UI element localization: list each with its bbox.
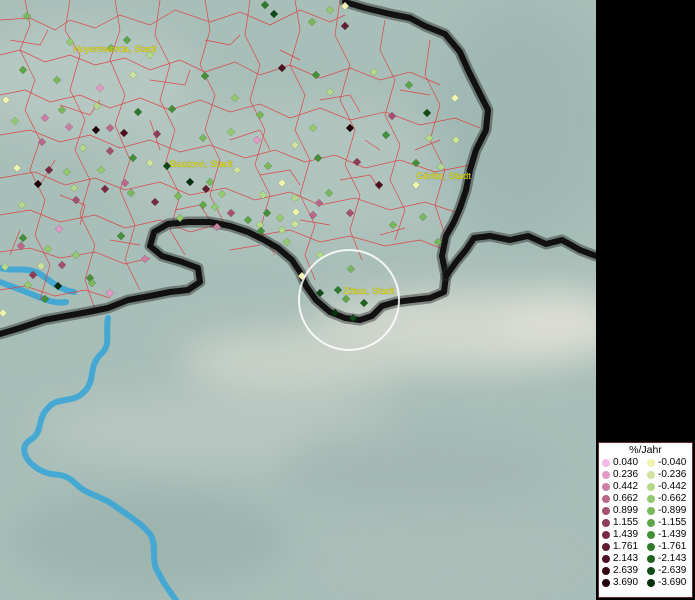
legend-value-positive: 1.155 [613, 517, 639, 528]
legend-row: 0.040 -0.040 [599, 457, 692, 469]
legend-swatch-negative [647, 495, 655, 503]
legend-row: 2.143 -2.143 [599, 553, 692, 565]
legend-swatch-negative [647, 531, 655, 539]
legend-swatch-positive [602, 543, 610, 551]
legend-row: 1.439 -1.439 [599, 529, 692, 541]
city-label-zittau: Zittau, Stadt [343, 286, 395, 297]
legend-row: 1.761 -1.761 [599, 541, 692, 553]
legend-value-negative: -2.639 [658, 565, 687, 576]
legend-row: 0.442 -0.442 [599, 481, 692, 493]
legend-value-negative: -1.439 [658, 529, 687, 540]
legend-row: 2.639 -2.639 [599, 565, 692, 577]
legend-swatch-negative [647, 519, 655, 527]
legend-swatch-negative [647, 543, 655, 551]
legend-row: 1.155 -1.155 [599, 517, 692, 529]
legend-row: 0.662 -0.662 [599, 493, 692, 505]
legend-value-positive: 1.761 [613, 541, 639, 552]
city-label-goerlitz: Görlitz, Stadt [416, 171, 471, 182]
legend-swatch-negative [647, 555, 655, 563]
legend-title: %/Jahr [629, 444, 662, 456]
city-label-bautzen: Bautzen, Stadt [170, 159, 233, 170]
legend-swatch-positive [602, 555, 610, 563]
legend-rows: 0.040 -0.040 0.236 -0.236 0.442 -0.442 0.662 -0… [599, 457, 692, 589]
map-canvas[interactable]: Hoyerswerda, Stadt Bautzen, Stadt Görlit… [0, 0, 596, 600]
legend-value-positive: 0.236 [613, 469, 639, 480]
legend-swatch-positive [602, 483, 610, 491]
legend-row: 0.899 -0.899 [599, 505, 692, 517]
legend-swatch-negative [647, 567, 655, 575]
legend-value-negative: -1.761 [658, 541, 687, 552]
legend-value-negative: -0.040 [658, 457, 687, 468]
legend-swatch-positive [602, 567, 610, 575]
legend-row: 3.690 -3.690 [599, 577, 692, 589]
legend-value-negative: -0.236 [658, 469, 687, 480]
legend-swatch-positive [602, 471, 610, 479]
legend-swatch-positive [602, 495, 610, 503]
legend-value-negative: -0.899 [658, 505, 687, 516]
legend-value-negative: -0.442 [658, 481, 687, 492]
city-label-hoyerswerda: Hoyerswerda, Stadt [73, 44, 157, 55]
legend-value-negative: -2.143 [658, 553, 687, 564]
legend-value-positive: 0.040 [613, 457, 639, 468]
legend-value-positive: 1.439 [613, 529, 639, 540]
legend-swatch-positive [602, 459, 610, 467]
legend-swatch-positive [602, 531, 610, 539]
legend-row: 0.236 -0.236 [599, 469, 692, 481]
legend-value-negative: -3.690 [658, 577, 687, 588]
legend-swatch-negative [647, 507, 655, 515]
legend-swatch-positive [602, 579, 610, 587]
legend-value-positive: 0.442 [613, 481, 639, 492]
legend-swatch-negative [647, 483, 655, 491]
legend-swatch-negative [647, 579, 655, 587]
legend-swatch-positive [602, 519, 610, 527]
legend-value-positive: 0.662 [613, 493, 639, 504]
legend-value-negative: -0.662 [658, 493, 687, 504]
legend-swatch-negative [647, 471, 655, 479]
legend-value-positive: 0.899 [613, 505, 639, 516]
legend-value-positive: 2.639 [613, 565, 639, 576]
legend-swatch-positive [602, 507, 610, 515]
legend-value-positive: 2.143 [613, 553, 639, 564]
legend-value-positive: 3.690 [613, 577, 639, 588]
legend: %/Jahr 0.040 -0.040 0.236 -0.236 0.442 -0.442… [598, 442, 693, 598]
legend-value-negative: -1.155 [658, 517, 687, 528]
legend-swatch-negative [647, 459, 655, 467]
